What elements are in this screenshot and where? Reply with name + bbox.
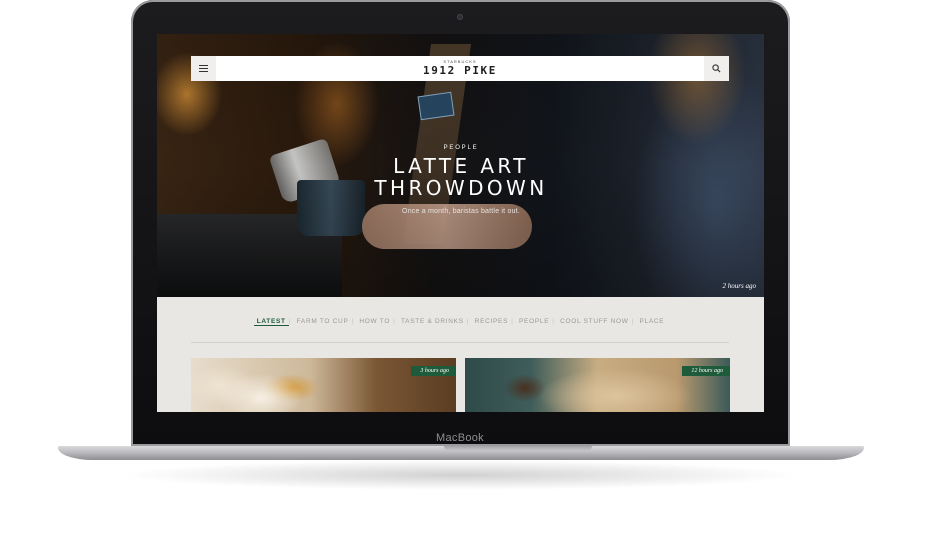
laptop-base: [58, 446, 864, 460]
category-separator: |: [552, 318, 555, 325]
hero-text: PEOPLE LATTE ART THROWDOWN Once a month,…: [357, 145, 565, 215]
category-separator: |: [288, 318, 292, 325]
hero-headline-line2: THROWDOWN: [374, 176, 548, 200]
browser-screen: PEOPLE LATTE ART THROWDOWN Once a month,…: [157, 34, 764, 412]
laptop-notch: [444, 446, 592, 451]
hero-headline-line1: LATTE ART: [393, 154, 529, 178]
site-logo[interactable]: STARBUCKS 1912 PIKE: [191, 59, 729, 77]
category-taste-drinks[interactable]: TASTE & DRINKS: [398, 318, 467, 325]
hero-kicker[interactable]: PEOPLE: [357, 145, 565, 151]
laptop-shadow: [120, 460, 800, 490]
article-card[interactable]: 3 hours ago: [191, 358, 456, 412]
category-separator: |: [511, 318, 514, 325]
category-separator: |: [351, 318, 354, 325]
category-separator: |: [631, 318, 634, 325]
camera-icon: [457, 14, 463, 20]
search-icon: [712, 64, 721, 73]
device-label: MacBook: [436, 432, 484, 444]
divider: [191, 342, 729, 343]
category-farm-to-cup[interactable]: FARM TO CUP: [294, 318, 352, 325]
category-separator: |: [393, 318, 396, 325]
hero-subhead: Once a month, baristas battle it out.: [402, 208, 520, 215]
category-cool-stuff-now[interactable]: COOL STUFF NOW: [557, 318, 631, 325]
category-nav: LATEST | FARM TO CUP | HOW TO | TASTE & DRI…: [157, 318, 764, 326]
category-latest[interactable]: LATEST: [253, 318, 289, 326]
search-button[interactable]: [704, 56, 729, 81]
article-card[interactable]: 12 hours ago: [465, 358, 730, 412]
hero-headline[interactable]: LATTE ART THROWDOWN: [357, 155, 565, 199]
logo-brand-big: 1912 PIKE: [422, 64, 497, 77]
top-nav-bar: STARBUCKS 1912 PIKE: [191, 56, 729, 81]
card-timestamp-badge: 12 hours ago: [682, 366, 730, 376]
category-how-to[interactable]: HOW TO: [356, 318, 393, 325]
category-separator: |: [466, 318, 470, 325]
card-timestamp-badge: 3 hours ago: [411, 366, 456, 376]
category-people[interactable]: PEOPLE: [516, 318, 552, 325]
category-place[interactable]: PLACE: [636, 318, 667, 325]
category-recipes[interactable]: RECIPES: [472, 318, 511, 325]
hero-timestamp: 2 hours ago: [722, 282, 756, 290]
